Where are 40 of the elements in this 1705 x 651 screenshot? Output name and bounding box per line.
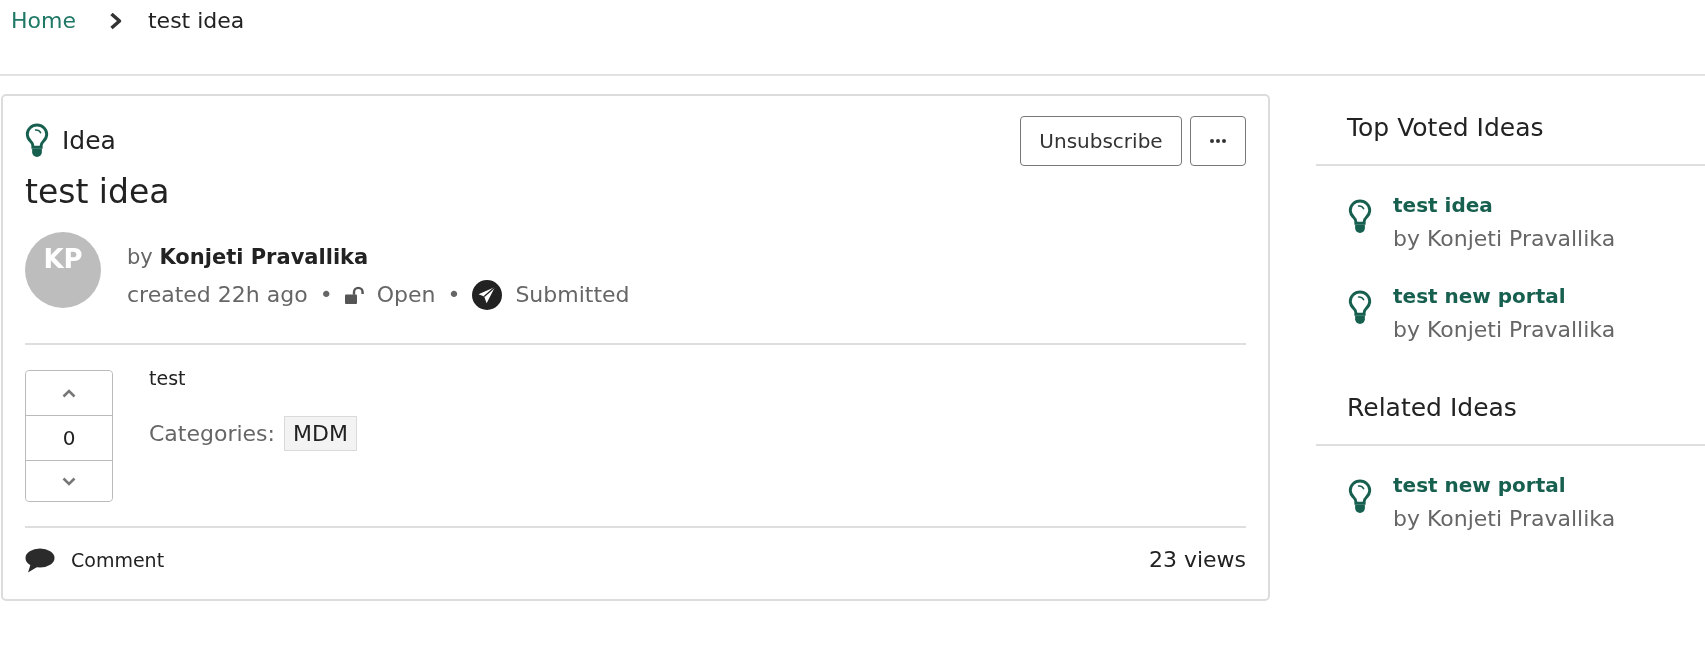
- vote-count: 0: [61, 425, 77, 452]
- unsubscribe-button[interactable]: Unsubscribe: [1020, 116, 1182, 166]
- lightbulb-icon: [25, 123, 49, 158]
- separator: •: [447, 281, 461, 309]
- author-byline: by Konjeti Pravallika: [127, 244, 369, 271]
- category-tag: MDM: [284, 416, 357, 451]
- idea-link[interactable]: test new portal: [1393, 281, 1566, 311]
- lightbulb-icon: [1348, 479, 1372, 514]
- downvote-button[interactable]: [26, 460, 112, 501]
- section-heading: Related Ideas: [1347, 392, 1517, 424]
- breadcrumb-link[interactable]: Home: [11, 7, 76, 35]
- comment-button[interactable]: Comment: [25, 547, 165, 573]
- stage-status: Submitted: [515, 281, 630, 309]
- idea-author: by Konjeti Pravallika: [1393, 225, 1616, 253]
- chevron-down-icon: [62, 476, 76, 486]
- paper-plane-icon: [472, 280, 503, 310]
- lightbulb-icon: [1348, 290, 1372, 325]
- separator: •: [319, 281, 333, 309]
- idea-author: by Konjeti Pravallika: [1393, 316, 1616, 344]
- idea-type-label: Idea: [62, 125, 116, 156]
- view-count: 23 views: [1148, 546, 1246, 574]
- access-status: Open: [376, 281, 436, 309]
- more-button[interactable]: [1190, 116, 1246, 166]
- upvote-button[interactable]: [26, 371, 112, 416]
- idea-link[interactable]: test new portal: [1393, 470, 1566, 500]
- chevron-up-icon: [62, 388, 76, 398]
- categories-label: Categories:: [149, 419, 275, 448]
- idea-description: test: [149, 366, 186, 390]
- speech-bubble-icon: [25, 547, 55, 573]
- breadcrumb-current: test idea: [147, 7, 245, 35]
- ellipsis-icon: [1210, 139, 1226, 143]
- idea-author: by Konjeti Pravallika: [1393, 505, 1616, 533]
- chevron-right-icon: [108, 12, 122, 30]
- avatar: KP: [25, 232, 101, 308]
- section-heading: Top Voted Ideas: [1347, 112, 1544, 144]
- idea-link[interactable]: test idea: [1393, 190, 1493, 220]
- padlock-icon: [344, 286, 364, 304]
- lightbulb-icon: [1348, 199, 1372, 234]
- idea-title: test idea: [25, 172, 170, 212]
- created-time: created 22h ago: [127, 281, 308, 309]
